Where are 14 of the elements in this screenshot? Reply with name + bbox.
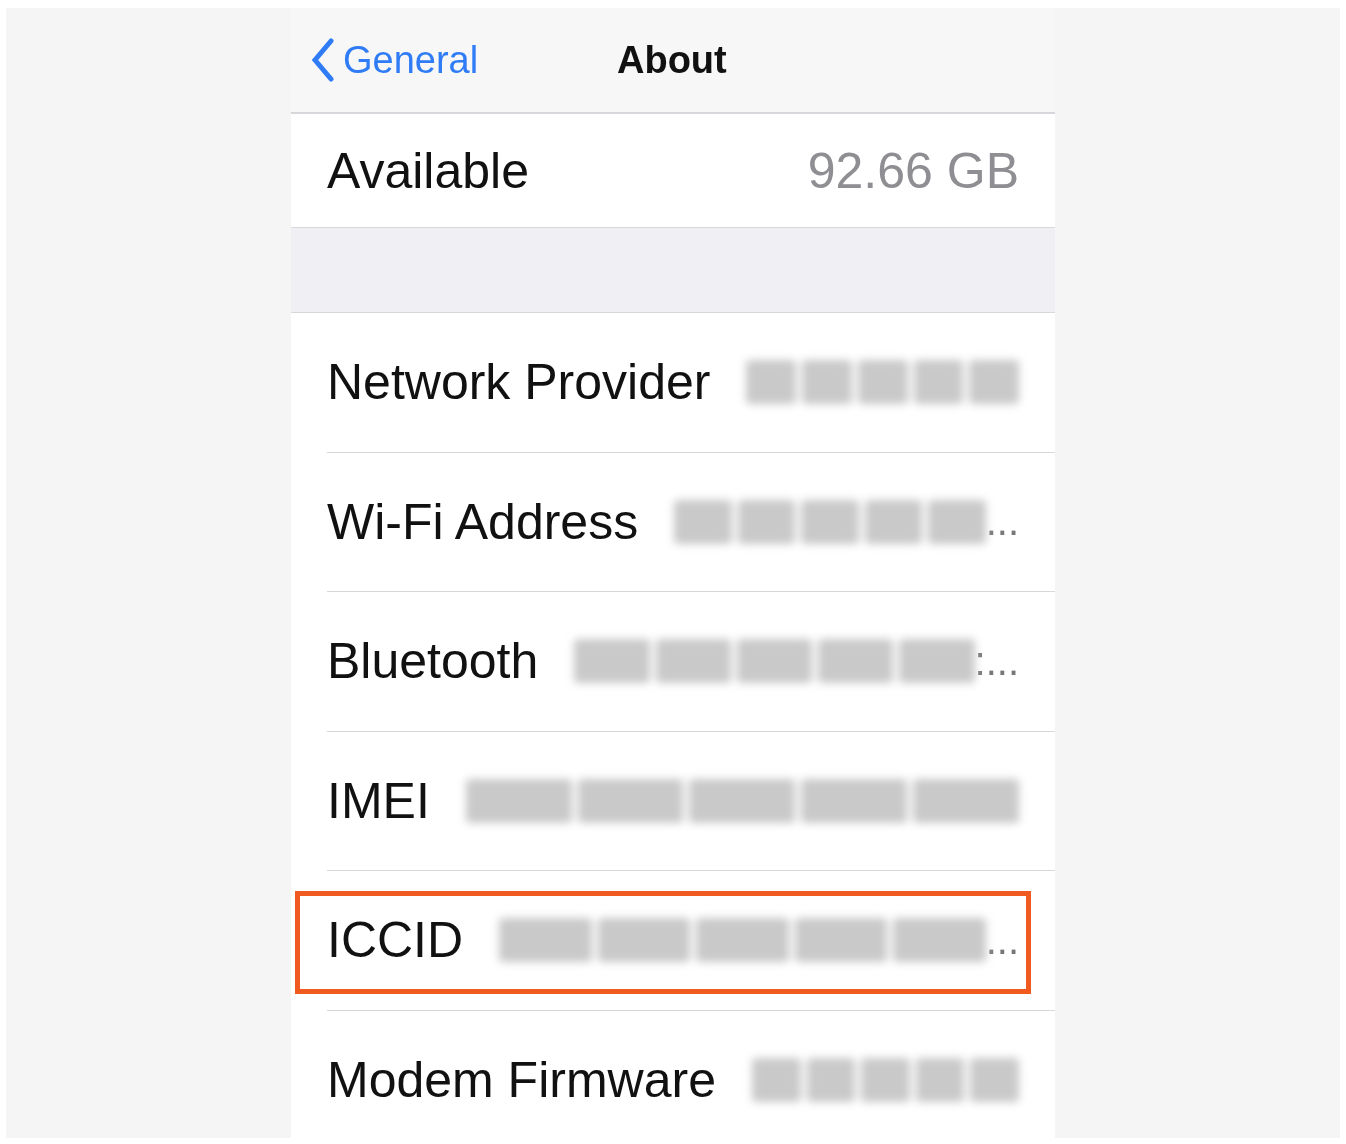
row-label: Modem Firmware bbox=[327, 1050, 716, 1109]
back-link[interactable]: General bbox=[311, 38, 617, 82]
ellipsis: ... bbox=[985, 917, 1019, 963]
chevron-left-icon bbox=[311, 38, 335, 82]
row-label: Network Provider bbox=[327, 353, 711, 412]
page-title: About bbox=[617, 38, 727, 82]
row-label: Wi-Fi Address bbox=[327, 492, 639, 551]
ellipsis: :... bbox=[974, 638, 1019, 684]
row-label: Bluetooth bbox=[327, 632, 539, 691]
ellipsis: ... bbox=[985, 499, 1019, 545]
row-label: Available bbox=[327, 141, 529, 200]
row-label: IMEI bbox=[327, 771, 430, 830]
row-label: ICCID bbox=[327, 911, 464, 970]
row-value: 92.66 GB bbox=[807, 141, 1019, 200]
